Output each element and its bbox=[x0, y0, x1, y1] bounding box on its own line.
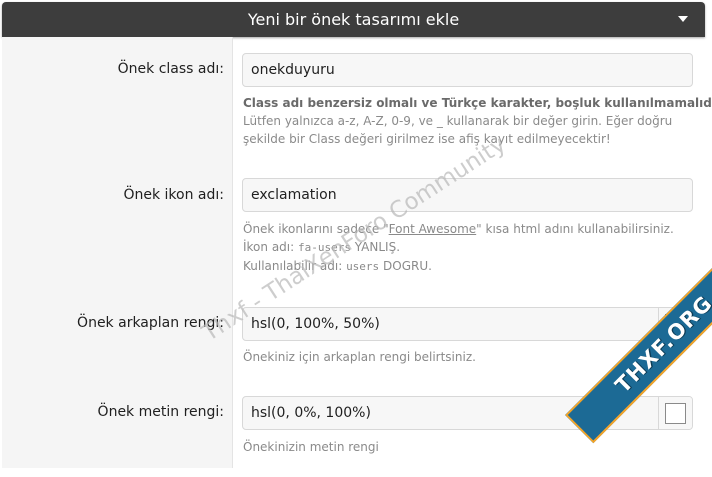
text-color-value: hsl(0, 0%, 100%) bbox=[251, 405, 371, 421]
class-name-label: Önek class adı: bbox=[117, 61, 224, 77]
font-awesome-link[interactable]: Font Awesome bbox=[389, 222, 477, 236]
section-header[interactable]: Yeni bir önek tasarımı ekle bbox=[2, 2, 705, 37]
icon-help-l2-pre: İkon adı: bbox=[243, 240, 298, 254]
chevron-down-icon[interactable] bbox=[678, 16, 688, 22]
icon-help-post: " kısa html adını kullanabilirsiniz. bbox=[476, 222, 674, 236]
class-name-help-line2: şekilde bir Class değeri girilmez ise af… bbox=[243, 132, 611, 146]
text-color-help: Önekinizin metin rengi bbox=[243, 440, 379, 454]
section-title: Yeni bir önek tasarımı ekle bbox=[247, 10, 460, 29]
icon-name-label: Önek ikon adı: bbox=[123, 187, 224, 203]
bg-color-value: hsl(0, 100%, 50%) bbox=[251, 316, 380, 332]
text-color-picker-button[interactable] bbox=[658, 397, 692, 429]
bg-color-field[interactable]: hsl(0, 100%, 50%) bbox=[242, 307, 693, 341]
class-name-help-bold: Class adı benzersiz olmalı ve Türkçe kar… bbox=[243, 96, 712, 110]
icon-name-input[interactable]: exclamation bbox=[242, 178, 693, 212]
text-color-swatch bbox=[665, 403, 686, 424]
icon-help-l3-code: users bbox=[346, 260, 380, 273]
class-name-help-line1: Lütfen yalnızca a-z, A-Z, 0-9, ve _ kull… bbox=[243, 114, 673, 128]
text-color-label: Önek metin rengi: bbox=[97, 404, 224, 420]
class-name-help: Class adı benzersiz olmalı ve Türkçe kar… bbox=[243, 94, 712, 148]
icon-help-l3-post: DOGRU. bbox=[379, 259, 432, 273]
bg-color-help: Önekiniz için arkaplan rengi belirtsiniz… bbox=[243, 350, 476, 364]
class-name-input[interactable]: onekduyuru bbox=[242, 53, 693, 87]
